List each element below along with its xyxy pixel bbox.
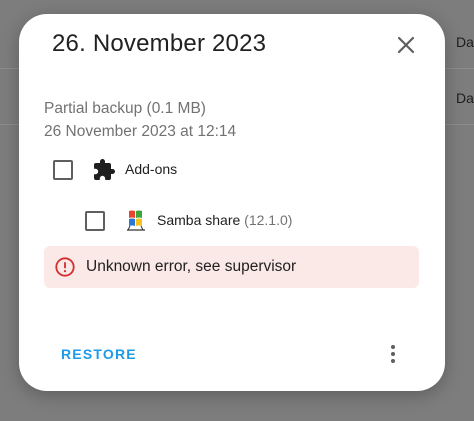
- samba-share-version: (12.1.0): [244, 212, 293, 228]
- backup-datetime: 26 November 2023 at 12:14: [44, 123, 237, 140]
- background-row-label: Da: [456, 90, 474, 106]
- close-icon: [397, 36, 415, 54]
- restore-button[interactable]: RESTORE: [55, 344, 143, 364]
- alert-circle-icon: [55, 257, 75, 277]
- dots-vertical-icon: [391, 345, 395, 363]
- puzzle-piece-icon: [94, 159, 115, 180]
- samba-share-label: Samba share (12.1.0): [157, 212, 292, 228]
- error-message: Unknown error, see supervisor: [86, 258, 297, 275]
- samba-share-name: Samba share: [157, 212, 241, 228]
- dialog-title: 26. November 2023: [52, 30, 267, 57]
- backup-dialog: 26. November 2023 Partial backup (0.1 MB…: [19, 14, 445, 391]
- backup-type: Partial backup (0.1 MB): [44, 100, 206, 117]
- samba-share-checkbox[interactable]: [85, 211, 105, 231]
- background-row-label: Da: [456, 34, 474, 50]
- more-options-button[interactable]: [381, 342, 405, 366]
- error-alert: Unknown error, see supervisor: [44, 246, 419, 288]
- addons-label: Add-ons: [125, 161, 178, 177]
- samba-share-logo-icon: [127, 210, 145, 231]
- addons-checkbox[interactable]: [53, 160, 73, 180]
- close-button[interactable]: [391, 30, 421, 60]
